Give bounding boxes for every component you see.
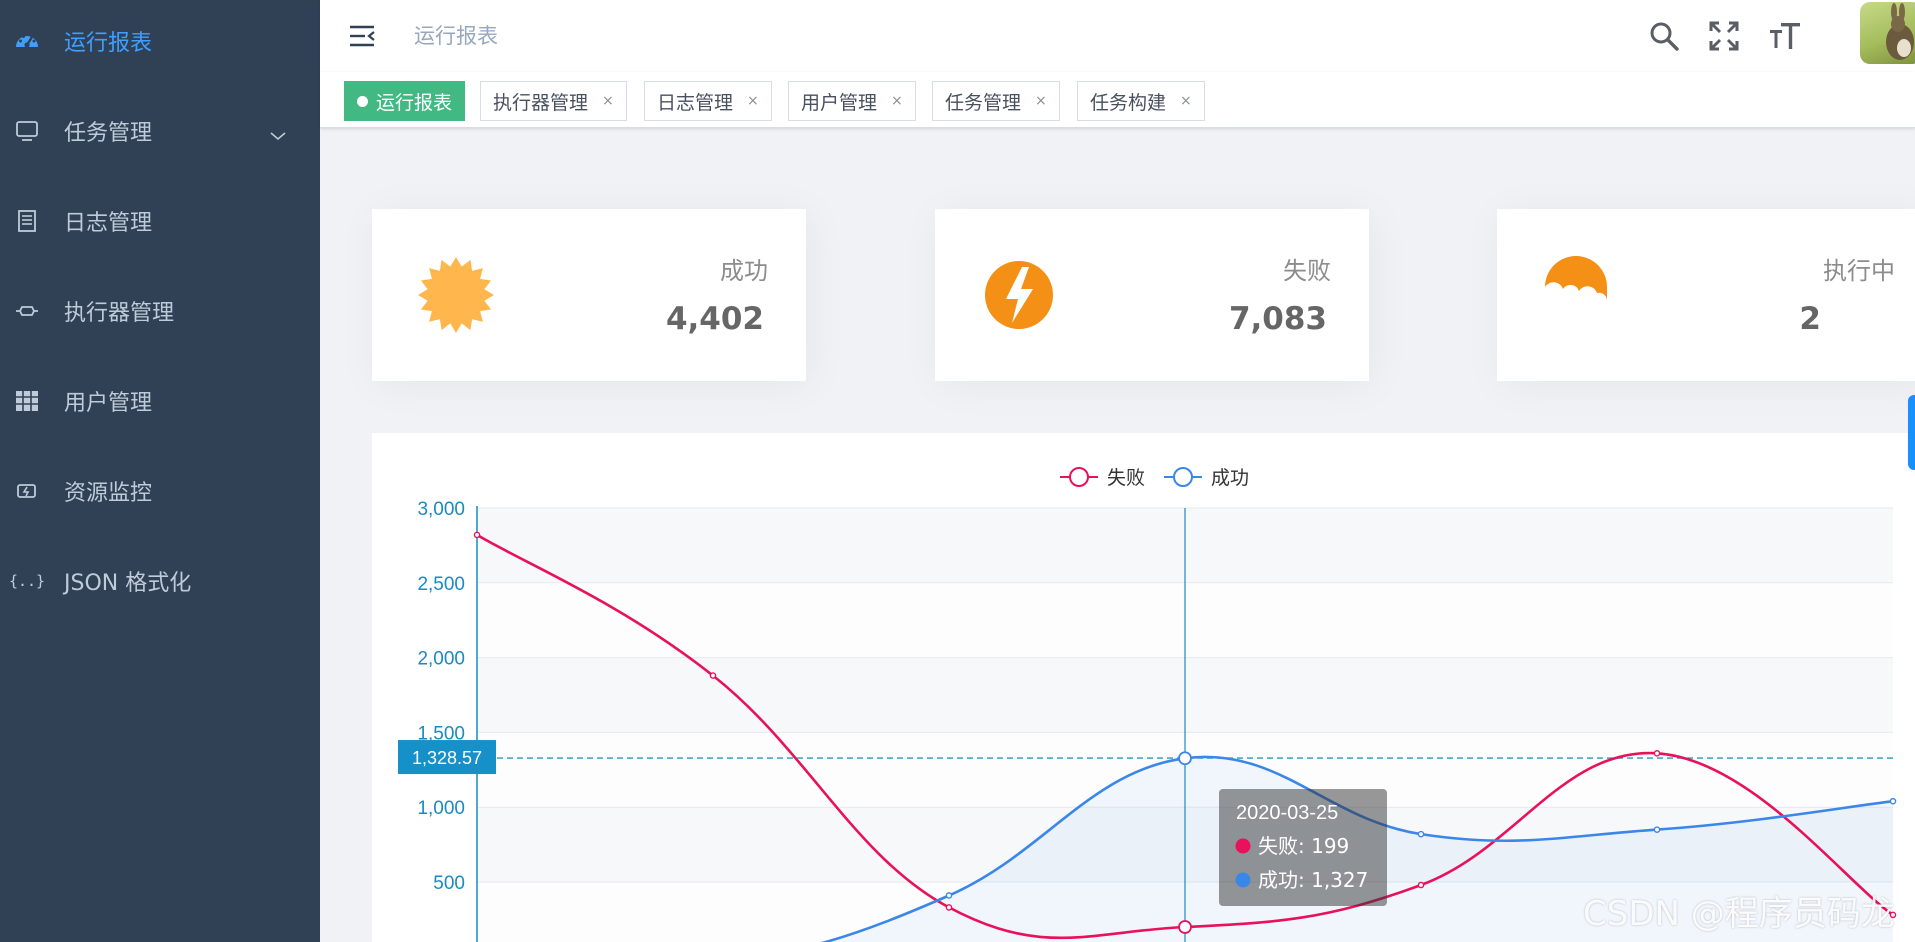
tag-dashboard[interactable]: 运行报表 <box>344 81 466 121</box>
legend-label: 成功 <box>1211 467 1249 489</box>
stat-card-success: 成功 4,402 <box>372 209 806 381</box>
y-tick-label: 2,000 <box>417 649 465 670</box>
table-icon <box>14 388 40 414</box>
tag-logs[interactable]: 日志管理 × <box>644 81 772 121</box>
stat-card-failure: 失败 7,083 <box>935 209 1369 381</box>
data-point <box>1178 920 1192 934</box>
active-dot <box>357 95 368 107</box>
data-point <box>1653 826 1661 833</box>
y-tick-label: 2,500 <box>417 574 465 595</box>
sidebar-item-label: 执行器管理 <box>64 301 175 326</box>
sidebar-item-tasks[interactable]: 任务管理 <box>0 86 320 176</box>
lightning-icon <box>979 255 1059 335</box>
data-point <box>1178 751 1192 766</box>
chevron-down-icon <box>270 122 286 147</box>
card-title: 执行中 <box>1823 257 1895 285</box>
data-point <box>1417 830 1425 838</box>
sidebar-item-json[interactable]: {..} JSON 格式化 <box>0 536 320 626</box>
sidebar: 运行报表 任务管理 日志管理 执行器管理 用户管理 资源监控 {..} JSON… <box>0 0 320 942</box>
stat-card-running: 执行中 2 <box>1497 209 1915 381</box>
cloud-icon <box>1541 249 1621 329</box>
data-point <box>473 531 481 539</box>
avatar[interactable] <box>1860 2 1915 64</box>
tag-label: 日志管理 <box>657 91 734 114</box>
sidebar-item-label: 任务管理 <box>64 121 153 146</box>
tag-task-build[interactable]: 任务构建 × <box>1077 81 1205 121</box>
sidebar-item-label: 日志管理 <box>64 211 153 236</box>
sidebar-item-label: 用户管理 <box>64 391 153 416</box>
sidebar-item-executors[interactable]: 执行器管理 <box>0 266 320 356</box>
tag-users[interactable]: 用户管理 × <box>788 81 916 121</box>
watermark: CSDN @程序员码龙 <box>1583 894 1895 934</box>
close-icon[interactable]: × <box>1180 93 1192 109</box>
close-icon[interactable]: × <box>602 93 614 109</box>
tooltip-row: 失败: 199 <box>1258 834 1349 858</box>
axis-pointer-label: 1,328.57 <box>398 740 496 775</box>
chart-panel: 3,000 2,500 2,000 1,500 1,000 500 1,328.57 失败 成功… <box>372 433 1915 942</box>
sidebar-item-users[interactable]: 用户管理 <box>0 356 320 446</box>
monitor-icon <box>14 118 40 144</box>
close-icon[interactable]: × <box>1035 93 1047 109</box>
card-value: 4,402 <box>665 301 764 337</box>
hamburger-icon[interactable] <box>348 22 376 50</box>
close-icon[interactable]: × <box>747 93 759 109</box>
text-size-icon[interactable] <box>1767 18 1803 54</box>
tag-label: 运行报表 <box>376 91 453 114</box>
axis-pointer-value: 1,328.57 <box>412 748 482 768</box>
card-title: 成功 <box>720 257 768 285</box>
sidebar-item-label: 运行报表 <box>64 31 153 56</box>
close-icon[interactable]: × <box>891 93 903 109</box>
breadcrumb: 运行报表 <box>414 24 498 48</box>
y-tick-label: 3,000 <box>417 499 465 520</box>
tag-label: 执行器管理 <box>493 91 589 114</box>
card-value: 7,083 <box>1228 301 1327 337</box>
dashboard-icon <box>14 28 40 54</box>
tooltip-marker <box>1235 838 1251 854</box>
sidebar-item-monitor[interactable]: 资源监控 <box>0 446 320 536</box>
legend-label: 失败 <box>1107 467 1145 489</box>
data-point <box>1889 797 1897 805</box>
sidebar-item-label: JSON 格式化 <box>64 571 192 596</box>
legend-marker <box>1069 467 1089 487</box>
search-icon[interactable] <box>1646 18 1682 54</box>
document-icon <box>14 208 40 234</box>
data-point <box>945 892 953 899</box>
tag-label: 用户管理 <box>801 91 878 114</box>
y-tick-label: 1,000 <box>417 798 465 819</box>
tooltip-marker <box>1235 872 1251 888</box>
data-point <box>945 904 953 911</box>
sidebar-item-label: 资源监控 <box>64 481 153 506</box>
settings-drawer-handle[interactable] <box>1908 395 1915 470</box>
legend-item-success: 成功 <box>1164 467 1249 489</box>
tags-view: 运行报表 执行器管理 × 日志管理 × 用户管理 × 任务管理 × 任务构建 × <box>320 72 1915 128</box>
navbar: 运行报表 <box>320 0 1915 72</box>
sun-icon <box>416 255 496 335</box>
data-point <box>1417 881 1425 889</box>
legend-marker <box>1173 467 1193 487</box>
legend-item-fail: 失败 <box>1060 467 1145 489</box>
sidebar-item-logs[interactable]: 日志管理 <box>0 176 320 266</box>
fullscreen-icon[interactable] <box>1706 18 1742 54</box>
tooltip-row: 成功: 1,327 <box>1258 868 1368 892</box>
chart-tooltip: 2020-03-25 失败: 199 成功: 1,327 <box>1219 789 1387 906</box>
tag-label: 任务构建 <box>1090 91 1167 114</box>
executor-icon <box>14 298 40 324</box>
sidebar-item-dashboard[interactable]: 运行报表 <box>0 0 320 86</box>
braces-icon: {..} <box>8 572 46 590</box>
tag-tasks[interactable]: 任务管理 × <box>932 81 1060 121</box>
tooltip-date: 2020-03-25 <box>1236 802 1338 824</box>
card-title: 失败 <box>1283 257 1331 285</box>
line-chart[interactable]: 3,0002,5002,0001,5001,0005001,328.57失败 成功… <box>372 433 1915 942</box>
tag-label: 任务管理 <box>945 91 1022 114</box>
battery-icon <box>14 478 40 504</box>
y-tick-label: 500 <box>433 873 465 894</box>
tag-executors[interactable]: 执行器管理 × <box>480 81 627 121</box>
card-value: 2 <box>1799 301 1821 337</box>
data-point <box>709 672 717 679</box>
data-point <box>1653 750 1661 757</box>
